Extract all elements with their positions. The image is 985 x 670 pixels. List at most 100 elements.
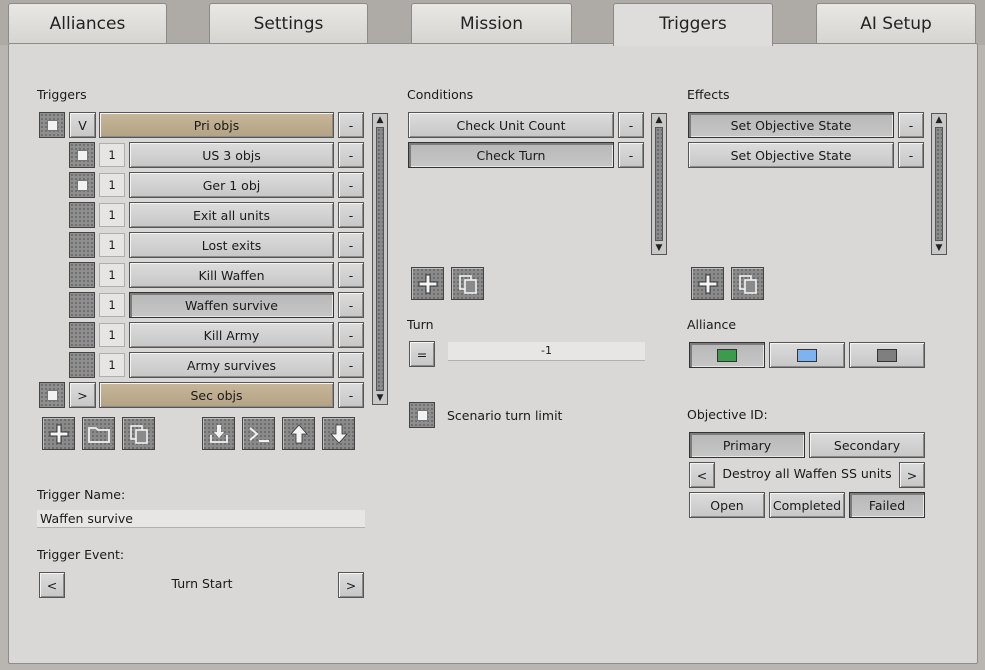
trigger-count: 1	[99, 293, 125, 317]
remove-trigger-button[interactable]: -	[338, 322, 364, 348]
remove-trigger-button[interactable]: -	[338, 232, 364, 258]
trigger-name-label: Trigger Name:	[37, 487, 126, 502]
trigger-item[interactable]: US 3 objs	[129, 142, 334, 168]
add-group-button[interactable]	[82, 417, 115, 450]
alliance-option-green[interactable]	[689, 342, 765, 368]
add-condition-button[interactable]	[411, 267, 444, 300]
alliance-option-blue[interactable]	[769, 342, 845, 368]
remove-effect-button[interactable]: -	[898, 142, 924, 168]
add-effect-button[interactable]	[691, 267, 724, 300]
objective-next-button[interactable]: >	[899, 462, 925, 488]
objective-type-primary[interactable]: Primary	[689, 432, 805, 458]
turn-operator-button[interactable]: =	[409, 341, 435, 367]
scroll-down-icon[interactable]: ▼	[932, 242, 946, 254]
tab-bar: Alliances Settings Mission Triggers AI S…	[0, 0, 985, 46]
scroll-up-icon[interactable]: ▲	[652, 114, 666, 126]
trigger-group-sec-objs[interactable]: Sec objs	[99, 382, 334, 408]
trigger-item[interactable]: Kill Waffen	[129, 262, 334, 288]
effect-item-selected[interactable]: Set Objective State	[688, 112, 894, 138]
trigger-item-selected[interactable]: Waffen survive	[129, 292, 334, 318]
remove-condition-button[interactable]: -	[618, 112, 644, 138]
trigger-item[interactable]: Ger 1 obj	[129, 172, 334, 198]
import-icon	[209, 424, 228, 443]
trigger-name-input[interactable]: Waffen survive	[37, 510, 365, 528]
remove-trigger-button[interactable]: -	[338, 352, 364, 378]
checkbox-box	[417, 410, 428, 421]
alliance-option-gray[interactable]	[849, 342, 925, 368]
console-icon	[248, 426, 269, 442]
alliance-label: Alliance	[687, 317, 737, 332]
triggers-scrollbar[interactable]: ▲ ▼	[372, 113, 388, 405]
trigger-event-label: Trigger Event:	[37, 547, 125, 562]
group-toggle-button[interactable]: >	[69, 382, 96, 408]
conditions-scrollbar[interactable]: ▲ ▼	[651, 113, 667, 255]
condition-item-selected[interactable]: Check Turn	[408, 142, 614, 168]
tab-alliances[interactable]: Alliances	[8, 3, 167, 43]
turn-value-input[interactable]: -1	[448, 342, 645, 361]
import-trigger-button[interactable]	[202, 417, 235, 450]
scenario-turn-limit-label: Scenario turn limit	[447, 408, 563, 423]
remove-trigger-button[interactable]: -	[338, 172, 364, 198]
trigger-checkbox[interactable]	[69, 142, 95, 168]
copy-trigger-button[interactable]	[122, 417, 155, 450]
event-prev-button[interactable]: <	[39, 572, 65, 598]
remove-condition-button[interactable]: -	[618, 142, 644, 168]
objective-state-failed[interactable]: Failed	[849, 492, 925, 518]
trigger-count: 1	[99, 353, 125, 377]
trigger-item[interactable]: Army survives	[129, 352, 334, 378]
trigger-checkbox[interactable]	[69, 202, 95, 228]
conditions-heading: Conditions	[407, 87, 474, 102]
copy-effect-button[interactable]	[731, 267, 764, 300]
trigger-checkbox[interactable]	[69, 292, 95, 318]
tab-mission[interactable]: Mission	[411, 3, 572, 43]
trigger-checkbox[interactable]	[39, 112, 65, 138]
folder-icon	[87, 426, 110, 443]
trigger-checkbox[interactable]	[69, 262, 95, 288]
scroll-track[interactable]	[935, 127, 943, 241]
objective-type-secondary[interactable]: Secondary	[809, 432, 925, 458]
trigger-checkbox[interactable]	[69, 352, 95, 378]
trigger-item[interactable]: Kill Army	[129, 322, 334, 348]
effects-scrollbar[interactable]: ▲ ▼	[931, 113, 947, 255]
remove-trigger-button[interactable]: -	[338, 112, 364, 138]
remove-trigger-button[interactable]: -	[338, 382, 364, 408]
add-trigger-button[interactable]	[42, 417, 75, 450]
trigger-checkbox[interactable]	[69, 322, 95, 348]
alliance-color-swatch	[877, 348, 897, 362]
objective-state-open[interactable]: Open	[689, 492, 765, 518]
copy-icon	[738, 274, 757, 294]
scroll-track[interactable]	[376, 127, 384, 391]
effect-item[interactable]: Set Objective State	[688, 142, 894, 168]
tab-triggers[interactable]: Triggers	[613, 3, 773, 46]
checkbox-box	[77, 180, 88, 191]
tab-settings[interactable]: Settings	[209, 3, 368, 43]
group-toggle-button[interactable]: V	[69, 112, 96, 138]
scroll-down-icon[interactable]: ▼	[652, 242, 666, 254]
trigger-checkbox[interactable]	[39, 382, 65, 408]
script-trigger-button[interactable]	[242, 417, 275, 450]
move-up-button[interactable]	[282, 417, 315, 450]
remove-effect-button[interactable]: -	[898, 112, 924, 138]
remove-trigger-button[interactable]: -	[338, 262, 364, 288]
scroll-down-icon[interactable]: ▼	[373, 392, 387, 404]
remove-trigger-button[interactable]: -	[338, 202, 364, 228]
scroll-track[interactable]	[655, 127, 663, 241]
copy-condition-button[interactable]	[451, 267, 484, 300]
scenario-turn-limit-checkbox[interactable]	[409, 402, 435, 428]
trigger-group-pri-objs[interactable]: Pri objs	[99, 112, 334, 138]
remove-trigger-button[interactable]: -	[338, 292, 364, 318]
objective-id-label: Objective ID:	[687, 407, 768, 422]
remove-trigger-button[interactable]: -	[338, 142, 364, 168]
move-down-button[interactable]	[322, 417, 355, 450]
tab-ai-setup[interactable]: AI Setup	[816, 3, 976, 43]
trigger-item[interactable]: Lost exits	[129, 232, 334, 258]
objective-prev-button[interactable]: <	[689, 462, 715, 488]
trigger-item[interactable]: Exit all units	[129, 202, 334, 228]
trigger-checkbox[interactable]	[69, 232, 95, 258]
objective-state-completed[interactable]: Completed	[769, 492, 845, 518]
scroll-up-icon[interactable]: ▲	[932, 114, 946, 126]
scroll-up-icon[interactable]: ▲	[373, 114, 387, 126]
event-next-button[interactable]: >	[338, 572, 364, 598]
trigger-checkbox[interactable]	[69, 172, 95, 198]
condition-item[interactable]: Check Unit Count	[408, 112, 614, 138]
